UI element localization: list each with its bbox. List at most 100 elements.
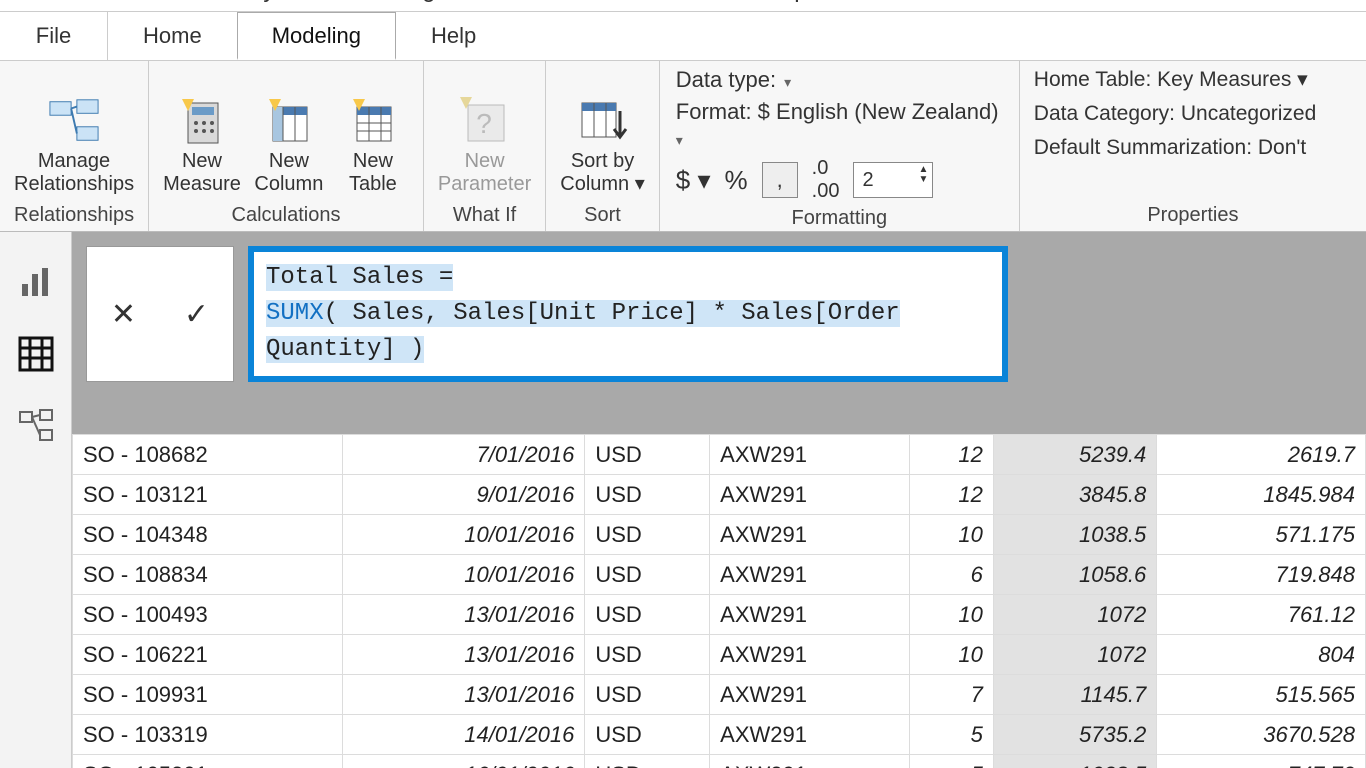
title-bar: May 2018 Learning Summit Demo - Power BI… xyxy=(0,0,1366,12)
group-calculations: New Measure New Column New Table Calcula… xyxy=(149,61,424,231)
tab-home[interactable]: Home xyxy=(108,12,237,60)
cell-date: 13/01/2016 xyxy=(342,675,585,715)
model-view-icon[interactable] xyxy=(16,406,56,446)
cell-currency: USD xyxy=(585,715,710,755)
cell-val1: 3845.8 xyxy=(993,475,1156,515)
cell-code: AXW291 xyxy=(710,755,910,768)
cell-date: 16/01/2016 xyxy=(342,755,585,768)
cell-val2: 3670.528 xyxy=(1157,715,1366,755)
table-row[interactable]: SO - 10883410/01/2016USDAXW29161058.6719… xyxy=(73,555,1366,595)
table-row[interactable]: SO - 10331914/01/2016USDAXW29155735.2367… xyxy=(73,715,1366,755)
cell-date: 7/01/2016 xyxy=(342,435,585,475)
calculator-icon xyxy=(176,96,228,146)
cell-currency: USD xyxy=(585,675,710,715)
table-row[interactable]: SO - 1031219/01/2016USDAXW291123845.8184… xyxy=(73,475,1366,515)
cell-code: AXW291 xyxy=(710,675,910,715)
table-row[interactable]: SO - 10622113/01/2016USDAXW291101072804 xyxy=(73,635,1366,675)
cell-val1: 1072 xyxy=(993,635,1156,675)
commit-formula-button[interactable]: ✓ xyxy=(184,297,209,332)
formula-keyword: SUMX xyxy=(266,300,324,327)
cell-so: SO - 108834 xyxy=(73,555,343,595)
new-table-label: New Table xyxy=(349,150,397,196)
table-row[interactable]: SO - 10434810/01/2016USDAXW291101038.557… xyxy=(73,515,1366,555)
sort-by-column-button[interactable]: Sort by Column ▾ xyxy=(556,92,649,200)
cell-val1: 5735.2 xyxy=(993,715,1156,755)
data-type-dropdown[interactable] xyxy=(784,67,791,93)
report-view-icon[interactable] xyxy=(16,262,56,302)
thousands-separator-button[interactable]: , xyxy=(762,162,798,198)
cell-qty: 5 xyxy=(909,715,993,755)
tab-file[interactable]: File xyxy=(0,12,108,60)
cell-qty: 12 xyxy=(909,435,993,475)
new-measure-button[interactable]: New Measure xyxy=(159,92,245,200)
cell-date: 10/01/2016 xyxy=(342,515,585,555)
cell-code: AXW291 xyxy=(710,515,910,555)
group-label-properties: Properties xyxy=(1034,200,1352,229)
tab-help[interactable]: Help xyxy=(396,12,511,60)
cell-val2: 515.565 xyxy=(1157,675,1366,715)
cell-val1: 1072 xyxy=(993,595,1156,635)
cell-currency: USD xyxy=(585,555,710,595)
cell-code: AXW291 xyxy=(710,435,910,475)
cell-code: AXW291 xyxy=(710,475,910,515)
format-dropdown[interactable]: Format: $ English (New Zealand) xyxy=(676,99,1003,151)
cell-val1: 1145.7 xyxy=(993,675,1156,715)
cell-currency: USD xyxy=(585,435,710,475)
new-column-button[interactable]: New Column xyxy=(249,92,329,200)
currency-button[interactable]: $ ▾ xyxy=(676,165,711,196)
cell-code: AXW291 xyxy=(710,555,910,595)
cell-so: SO - 103121 xyxy=(73,475,343,515)
default-summarization-dropdown[interactable]: Default Summarization: Don't xyxy=(1034,136,1352,160)
data-category-dropdown[interactable]: Data Category: Uncategorized xyxy=(1034,102,1352,126)
cell-so: SO - 100493 xyxy=(73,595,343,635)
manage-relationships-label: Manage Relationships xyxy=(14,150,134,196)
percent-button[interactable]: % xyxy=(725,165,748,196)
table-row[interactable]: SO - 10049313/01/2016USDAXW291101072761.… xyxy=(73,595,1366,635)
group-label-whatif: What If xyxy=(434,200,535,229)
new-table-button[interactable]: New Table xyxy=(333,92,413,200)
decimal-places-input[interactable]: 2 ▲▼ xyxy=(853,162,933,198)
table-row[interactable]: SO - 10520116/01/2016USDAXW29151038.5747… xyxy=(73,755,1366,768)
formula-bar-row: ✕ ✓ Total Sales = SUMX( Sales, Sales[Uni… xyxy=(72,232,1366,396)
tab-modeling[interactable]: Modeling xyxy=(237,12,396,60)
cell-val2: 761.12 xyxy=(1157,595,1366,635)
window-title: May 2018 Learning Summit Demo - Power BI… xyxy=(230,0,808,4)
cell-qty: 6 xyxy=(909,555,993,595)
decimal-icon: .0.00 xyxy=(812,157,840,203)
data-grid[interactable]: SO - 1086827/01/2016USDAXW291125239.4261… xyxy=(72,434,1366,768)
cancel-formula-button[interactable]: ✕ xyxy=(111,297,136,332)
cell-date: 13/01/2016 xyxy=(342,595,585,635)
new-measure-label: New Measure xyxy=(163,150,241,196)
svg-text:?: ? xyxy=(476,108,492,139)
cell-qty: 10 xyxy=(909,635,993,675)
cell-so: SO - 109931 xyxy=(73,675,343,715)
group-properties: Home Table: Key Measures ▾ Data Category… xyxy=(1020,61,1366,231)
home-table-dropdown[interactable]: Home Table: Key Measures ▾ xyxy=(1034,67,1352,92)
cell-qty: 12 xyxy=(909,475,993,515)
table-row[interactable]: SO - 10993113/01/2016USDAXW29171145.7515… xyxy=(73,675,1366,715)
cell-date: 13/01/2016 xyxy=(342,635,585,675)
view-rail xyxy=(0,232,72,768)
manage-relationships-button[interactable]: Manage Relationships xyxy=(10,92,138,200)
cell-so: SO - 108682 xyxy=(73,435,343,475)
cell-qty: 10 xyxy=(909,515,993,555)
cell-val1: 1038.5 xyxy=(993,515,1156,555)
data-table: SO - 1086827/01/2016USDAXW291125239.4261… xyxy=(72,434,1366,768)
decimal-places-value: 2 xyxy=(862,169,873,192)
table-row[interactable]: SO - 1086827/01/2016USDAXW291125239.4261… xyxy=(73,435,1366,475)
table-icon xyxy=(347,96,399,146)
column-icon xyxy=(263,96,315,146)
cell-currency: USD xyxy=(585,635,710,675)
cell-val2: 571.175 xyxy=(1157,515,1366,555)
cell-val1: 1058.6 xyxy=(993,555,1156,595)
cell-val2: 747.72 xyxy=(1157,755,1366,768)
cell-qty: 5 xyxy=(909,755,993,768)
cell-val2: 2619.7 xyxy=(1157,435,1366,475)
new-column-label: New Column xyxy=(254,150,323,196)
new-parameter-button[interactable]: ? New Parameter xyxy=(434,92,535,200)
cell-so: SO - 104348 xyxy=(73,515,343,555)
formula-line1: Total Sales = xyxy=(266,264,453,291)
spinner-arrows[interactable]: ▲▼ xyxy=(919,165,929,185)
formula-editor[interactable]: Total Sales = SUMX( Sales, Sales[Unit Pr… xyxy=(248,246,1008,382)
data-view-icon[interactable] xyxy=(16,334,56,374)
